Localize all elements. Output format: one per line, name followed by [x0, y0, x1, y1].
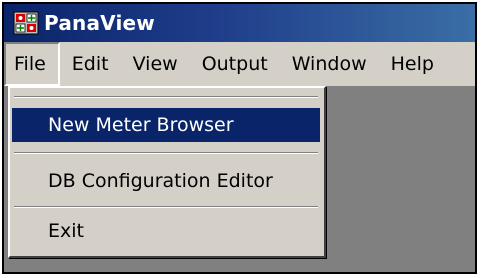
menu-item-db-configuration-editor[interactable]: DB Configuration Editor — [12, 164, 320, 198]
file-menu-dropdown: New Meter Browser DB Configuration Edito… — [8, 86, 326, 258]
menu-edit[interactable]: Edit — [60, 42, 121, 86]
title-bar[interactable]: PanaView — [4, 4, 475, 42]
application-window: PanaView File Edit View Output Window He… — [2, 2, 477, 274]
menu-item-new-meter-browser[interactable]: New Meter Browser — [12, 108, 320, 142]
menu-separator — [14, 206, 318, 208]
menu-help[interactable]: Help — [379, 42, 446, 86]
menu-separator — [14, 96, 318, 98]
menu-view[interactable]: View — [121, 42, 190, 86]
menu-item-exit[interactable]: Exit — [12, 214, 320, 248]
panaview-app-icon — [12, 10, 40, 36]
menu-output[interactable]: Output — [190, 42, 280, 86]
menu-separator — [14, 152, 318, 154]
mdi-workspace-bottom — [4, 258, 475, 272]
menu-file[interactable]: File — [4, 42, 60, 86]
window-title: PanaView — [44, 11, 155, 35]
menu-window[interactable]: Window — [280, 42, 379, 86]
menu-bar: File Edit View Output Window Help — [4, 42, 475, 86]
mdi-workspace — [326, 86, 475, 272]
